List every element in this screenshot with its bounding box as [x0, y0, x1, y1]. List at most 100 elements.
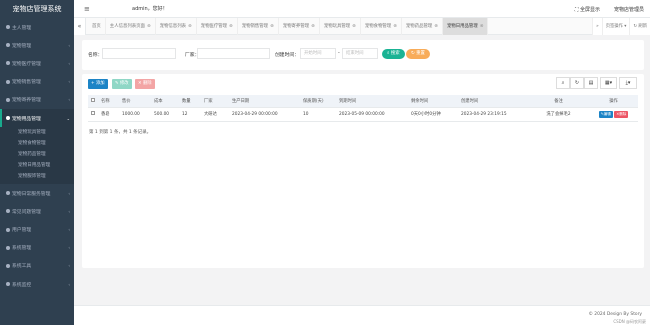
select-all-checkbox[interactable] [91, 97, 95, 102]
time-label: 创建时间： [275, 53, 299, 58]
pagination-info: 第 1 到第 1 条，共 1 条记录。 [89, 130, 152, 135]
close-icon[interactable]: ⊗ [311, 24, 315, 29]
tab-bar: « 首页 主人信息列表页面 ⊗ 宠物信息列表 ⊗ 宠物医疗管理 ⊗ 宠物销售管理 ⊗ 宠… [74, 18, 650, 35]
column-header[interactable]: 备注 [528, 95, 586, 108]
table-row[interactable]: 香皂 1000.00 500.00 12 大研达 2023-04-29 00:0… [88, 107, 638, 122]
tab-home[interactable]: 首页 [88, 18, 106, 35]
column-header[interactable]: 剩余时间 [408, 95, 458, 108]
column-header[interactable]: 数量 [179, 95, 201, 108]
refresh-button[interactable]: ↻ 刷新 [629, 18, 650, 35]
search-button[interactable]: ⌕ 搜索 [382, 49, 405, 59]
row-edit-button[interactable]: ✎编辑 [598, 110, 613, 118]
sidebar-item-daily-service[interactable]: 宠物日常服务管理 ‹ [0, 184, 74, 202]
tab-scroll-right-icon[interactable]: » [592, 18, 602, 35]
row-delete-button[interactable]: ✕删除 [614, 110, 629, 118]
table-cell: 1000.00 [119, 107, 151, 122]
column-header[interactable]: 售价 [119, 95, 151, 108]
tab-label: 宠物日用品管理 [446, 24, 478, 29]
table-cell: 2023-04-29 23:19:15 [458, 107, 528, 122]
tab-label: 宠物销售管理 [241, 24, 269, 29]
tab-scroll-left-icon[interactable]: « [74, 18, 86, 35]
tab-medical[interactable]: 宠物医疗管理 ⊗ [197, 18, 238, 35]
sidebar-item-label: 主人管理 [12, 25, 32, 31]
chevron-left-icon: ‹ [68, 97, 70, 103]
tab-bar-right: » 页签操作 ▾ ↻ 刷新 [592, 18, 650, 35]
user-menu[interactable]: 宠物店管理员 [614, 6, 644, 13]
sidebar-item-boarding[interactable]: 宠物寄养管理 ‹ [0, 91, 74, 109]
sidebar-item-sales[interactable]: 宠物销售管理 ‹ [0, 73, 74, 91]
close-icon[interactable]: ⊗ [352, 24, 356, 29]
sidebar-item-label: 常见问题管理 [12, 209, 41, 215]
sidebar-subitem-toys[interactable]: 宠物玩具管理 [0, 127, 74, 138]
tab-pet-list[interactable]: 宠物信息列表 ⊗ [156, 18, 197, 35]
close-icon[interactable]: ⊗ [434, 24, 438, 29]
sidebar-subitem-food[interactable]: 宠物食物管理 [0, 138, 74, 149]
delete-button[interactable]: ✕ 删除 [135, 79, 155, 89]
footer: © 2024 Design By Story CSDN @码农阿豪 [74, 305, 650, 325]
sidebar-subitem-medicine[interactable]: 宠物药品管理 [0, 149, 74, 160]
chevron-left-icon: ‹ [68, 245, 70, 251]
column-header[interactable]: 厂家 [201, 95, 229, 108]
column-header[interactable]: 成本 [151, 95, 179, 108]
tab-daily-supplies[interactable]: 宠物日用品管理 ⊗ [442, 18, 489, 35]
end-time-input[interactable]: 结束时间 [342, 48, 378, 59]
chevron-left-icon: ‹ [68, 281, 70, 287]
tab-sales[interactable]: 宠物销售管理 ⊗ [238, 18, 279, 35]
tab-boarding[interactable]: 宠物寄养管理 ⊗ [279, 18, 320, 35]
chevron-left-icon: ‹ [68, 60, 70, 66]
search-toggle-icon[interactable]: ⌕ [556, 77, 570, 89]
column-header[interactable]: 生产日期 [229, 95, 300, 108]
column-header[interactable]: 保质期(天) [300, 95, 336, 108]
sidebar-item-system[interactable]: 系统管理 ‹ [0, 239, 74, 257]
factory-input[interactable] [197, 48, 270, 59]
close-icon[interactable]: ⊗ [229, 24, 233, 29]
sidebar-item-faq[interactable]: 常见问题管理 ‹ [0, 202, 74, 220]
sidebar-item-owner[interactable]: 主人管理 [0, 18, 74, 36]
monitor-icon [6, 282, 10, 287]
close-icon[interactable]: ⊗ [188, 24, 192, 29]
chevron-left-icon: ‹ [68, 79, 70, 85]
reset-button-label: 重置 [416, 51, 425, 56]
sidebar-item-medical[interactable]: 宠物医疗管理 ‹ [0, 54, 74, 72]
sidebar-item-pet[interactable]: 宠物管理 ‹ [0, 36, 74, 54]
table-cell: 洗了会掉毛2 [528, 107, 586, 122]
name-input[interactable] [102, 48, 176, 59]
close-icon[interactable]: ⊗ [270, 24, 274, 29]
tab-toys[interactable]: 宠物玩具管理 ⊗ [320, 18, 361, 35]
tab-label: 主人信息列表页面 [109, 24, 145, 29]
row-checkbox-cell [88, 107, 98, 122]
start-time-input[interactable]: 开始时间 [300, 48, 336, 59]
sidebar-item-users[interactable]: 用户管理 ‹ [0, 221, 74, 239]
refresh-icon[interactable]: ↻ [570, 77, 584, 89]
tab-label: 宠物信息列表 [159, 24, 186, 29]
close-icon[interactable]: ⊗ [480, 24, 484, 29]
close-icon[interactable]: ⊗ [393, 24, 397, 29]
column-header[interactable]: 到期时间 [336, 95, 408, 108]
fullscreen-button[interactable]: ⛶ 全屏显示 [575, 6, 600, 13]
close-icon[interactable]: ⊗ [147, 24, 151, 29]
add-button[interactable]: + 添加 [88, 79, 108, 89]
columns-icon[interactable]: ▦▾ [600, 77, 617, 89]
sidebar-item-label: 宠物日常服务管理 [12, 191, 51, 197]
edit-button[interactable]: ✎ 修改 [112, 79, 132, 89]
toggle-view-icon[interactable]: ▤ [584, 77, 598, 89]
tab-owner-list[interactable]: 主人信息列表页面 ⊗ [106, 18, 156, 35]
sidebar-subitem-apparel[interactable]: 宠物服饰管理 [0, 171, 74, 182]
export-icon[interactable]: ⤓▾ [619, 77, 637, 89]
tab-food[interactable]: 宠物食物管理 ⊗ [361, 18, 402, 35]
column-header[interactable]: 创建时间 [458, 95, 528, 108]
search-button-label: 搜索 [390, 51, 400, 56]
sidebar-subitem-daily[interactable]: 宠物日用品管理 [0, 160, 74, 171]
home-icon [6, 97, 10, 102]
column-header[interactable]: 名称 [98, 95, 119, 108]
sidebar-item-label: 宠物管理 [12, 43, 32, 49]
sidebar-item-tools[interactable]: 系统工具 ‹ [0, 257, 74, 275]
tab-medicine[interactable]: 宠物药品管理 ⊗ [402, 18, 443, 35]
sidebar-item-monitor[interactable]: 系统监控 ‹ [0, 275, 74, 293]
row-delete-label: 删除 [619, 111, 627, 116]
menu-icon[interactable]: ≡ [84, 5, 90, 13]
tab-ops-dropdown[interactable]: 页签操作 ▾ [601, 18, 630, 35]
reset-button[interactable]: ↻ 重置 [406, 49, 430, 59]
row-checkbox[interactable] [91, 111, 95, 115]
sidebar-item-supplies[interactable]: 宠物用品管理 ⌄ [0, 108, 74, 128]
